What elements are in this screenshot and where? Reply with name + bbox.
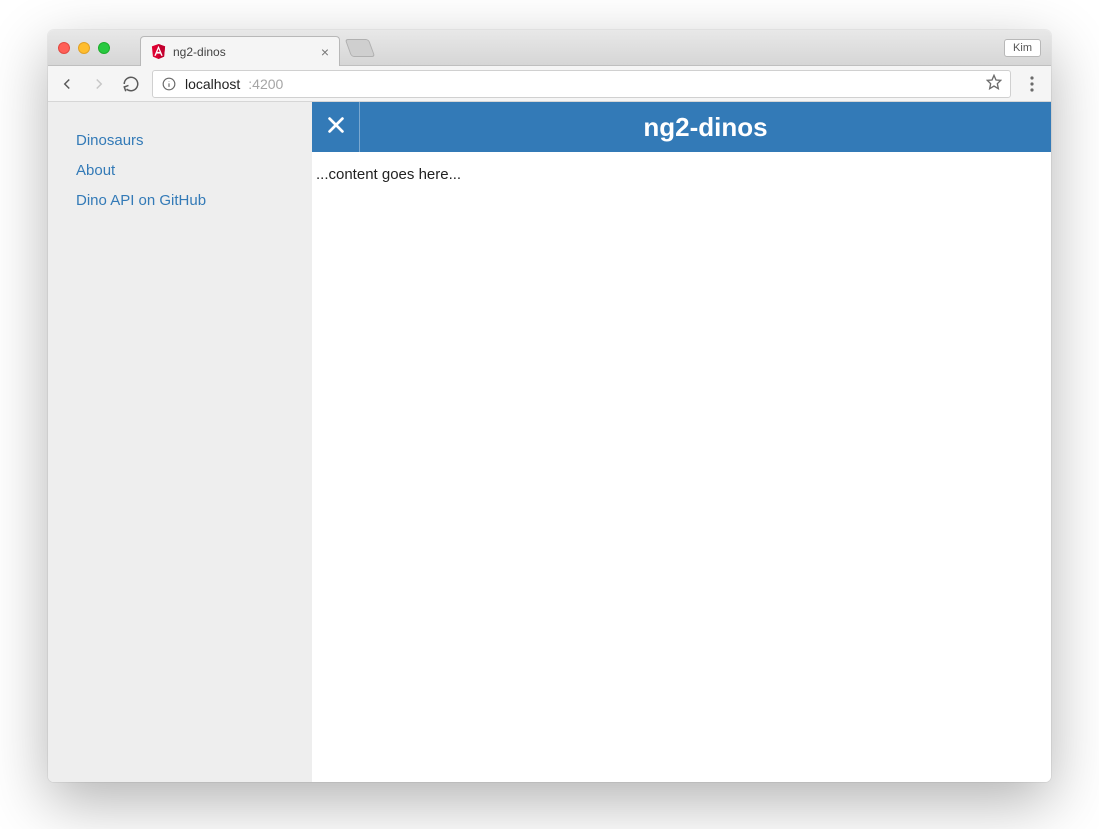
main-panel: ng2-dinos ...content goes here... bbox=[312, 102, 1051, 782]
sidebar-nav: Dinosaurs About Dino API on GitHub bbox=[48, 102, 312, 782]
nav-link-about[interactable]: About bbox=[76, 162, 115, 179]
tab-title: ng2-dinos bbox=[173, 45, 314, 59]
forward-button[interactable] bbox=[88, 73, 110, 95]
browser-tab[interactable]: ng2-dinos × bbox=[140, 36, 340, 66]
tab-close-icon[interactable]: × bbox=[321, 45, 329, 59]
window-titlebar: ng2-dinos × Kim bbox=[48, 30, 1051, 66]
url-port: :4200 bbox=[248, 76, 283, 92]
browser-toolbar: localhost :4200 bbox=[48, 66, 1051, 102]
app-header: ng2-dinos bbox=[312, 102, 1051, 152]
browser-window: ng2-dinos × Kim localhost :4200 bbox=[48, 30, 1051, 782]
new-tab-button[interactable] bbox=[345, 39, 376, 57]
sidebar-item: Dinosaurs bbox=[76, 132, 284, 150]
sidebar-item: Dino API on GitHub bbox=[76, 192, 284, 210]
back-button[interactable] bbox=[56, 73, 78, 95]
content-placeholder: ...content goes here... bbox=[312, 152, 1051, 197]
angular-icon bbox=[151, 44, 166, 59]
sidebar-item: About bbox=[76, 162, 284, 180]
bookmark-star-icon[interactable] bbox=[986, 74, 1002, 93]
window-minimize-button[interactable] bbox=[78, 42, 90, 54]
app-title: ng2-dinos bbox=[360, 102, 1051, 152]
page-content: Dinosaurs About Dino API on GitHub ng2-d… bbox=[48, 102, 1051, 782]
tabstrip: ng2-dinos × bbox=[140, 30, 372, 65]
nav-link-dino-api-github[interactable]: Dino API on GitHub bbox=[76, 192, 206, 209]
window-close-button[interactable] bbox=[58, 42, 70, 54]
site-info-icon[interactable] bbox=[161, 76, 177, 92]
window-controls bbox=[58, 42, 110, 54]
profile-badge[interactable]: Kim bbox=[1004, 39, 1041, 57]
browser-menu-button[interactable] bbox=[1021, 73, 1043, 95]
reload-button[interactable] bbox=[120, 73, 142, 95]
address-bar[interactable]: localhost :4200 bbox=[152, 70, 1011, 98]
nav-link-dinosaurs[interactable]: Dinosaurs bbox=[76, 132, 144, 149]
menu-toggle-button[interactable] bbox=[312, 102, 360, 152]
url-host: localhost bbox=[185, 76, 240, 92]
window-maximize-button[interactable] bbox=[98, 42, 110, 54]
close-icon bbox=[325, 114, 347, 141]
